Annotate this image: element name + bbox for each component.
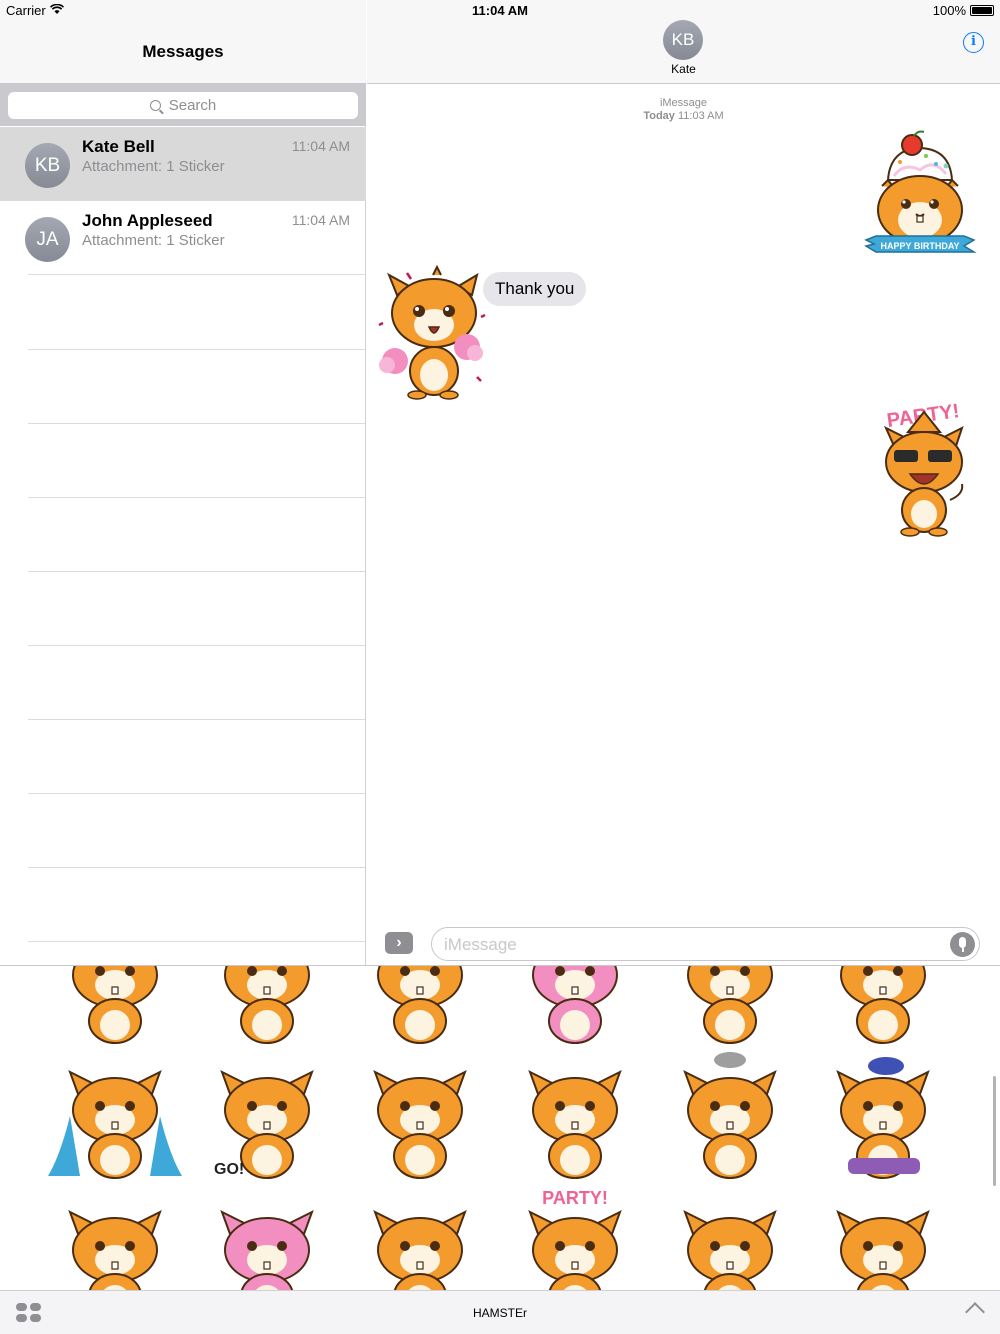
sticker-hula[interactable] [345, 965, 495, 1051]
status-time: 11:04 AM [472, 3, 528, 18]
sticker-crying[interactable] [40, 1046, 190, 1186]
conversation-preview: Attachment: 1 Sticker [82, 158, 225, 175]
sticker-pink-kiss[interactable] [192, 1186, 342, 1290]
sticker-trumpet[interactable] [192, 965, 342, 1051]
search-icon [149, 100, 161, 111]
sticker-donut[interactable] [40, 965, 190, 1051]
divider [28, 719, 365, 720]
search-placeholder: Search [168, 97, 217, 114]
conversation-list-pane: Messages Search KB Kate Bell Attachment:… [0, 0, 366, 965]
sticker-caption: PARTY! [542, 1188, 608, 1208]
sticker-shocked[interactable] [40, 1186, 190, 1290]
sticker-caption: HAPPY BIRTHDAY [880, 241, 959, 251]
conversation-name: Kate Bell [82, 137, 155, 156]
search-input[interactable]: Search [8, 92, 358, 119]
avatar: JA [25, 217, 70, 262]
sticker-gardener[interactable] [655, 965, 805, 1051]
contact-name[interactable]: Kate [367, 62, 1000, 76]
sticker-headband[interactable] [655, 1186, 805, 1290]
timestamp-time: 11:03 AM [677, 110, 724, 122]
service-timestamp: iMessage Today 11:03 AM [367, 97, 1000, 123]
contact-avatar[interactable]: KB [663, 20, 703, 60]
sticker-happy-birthday[interactable]: HAPPY BIRTHDAY [860, 128, 980, 268]
battery-icon [970, 5, 994, 16]
conversation-name: John Appleseed [82, 211, 213, 230]
conversation-time: 11:04 AM [291, 212, 350, 228]
message-input[interactable]: iMessage [431, 927, 980, 961]
conversation-time: 11:04 AM [291, 138, 350, 154]
sticker-smoke[interactable] [808, 965, 958, 1051]
message-composer: › iMessage [367, 920, 1000, 965]
divider [28, 941, 365, 942]
avatar: KB [25, 143, 70, 188]
battery-percent: 100% [932, 3, 966, 18]
service-label: iMessage [659, 97, 708, 109]
sticker-wink-ok[interactable]: OK! [345, 1186, 495, 1290]
app-drawer-button[interactable]: › [385, 932, 413, 954]
message-bubble[interactable]: Thank you [483, 272, 587, 306]
sticker-lying-angry[interactable] [345, 1046, 495, 1186]
divider [28, 571, 365, 572]
sticker-angry[interactable] [808, 1186, 958, 1290]
microphone-icon[interactable] [950, 932, 975, 957]
app-bottom-bar: HAMSTEr [0, 1290, 1000, 1334]
app-name: HAMSTEr [473, 1306, 527, 1320]
status-bar: Carrier 11:04 AM 100% [0, 0, 1000, 22]
sticker-go[interactable]: GO! [192, 1046, 342, 1186]
sticker-pink-hamster[interactable] [500, 965, 650, 1051]
sticker-waving[interactable] [500, 1046, 650, 1186]
sticker-sick-ice-pack[interactable] [808, 1046, 958, 1186]
sticker-cheerleader[interactable] [377, 265, 492, 405]
sticker-caption: GO! [214, 1161, 244, 1178]
chat-pane: KB Kate i iMessage Today 11:03 AM HAPPY … [367, 0, 1000, 965]
divider [28, 645, 365, 646]
divider [28, 423, 365, 424]
message-placeholder: iMessage [444, 935, 517, 954]
divider [28, 274, 366, 275]
info-icon[interactable]: i [963, 32, 984, 53]
sticker-party[interactable]: PARTY! [872, 398, 977, 540]
divider [28, 497, 365, 498]
divider [28, 867, 365, 868]
divider [28, 793, 365, 794]
sticker-party[interactable]: PARTY! [500, 1186, 650, 1290]
timestamp-day: Today [643, 110, 675, 122]
search-bar: Search [0, 84, 366, 126]
sticker-rain-cloud[interactable] [655, 1046, 805, 1186]
conversation-preview: Attachment: 1 Sticker [82, 232, 225, 249]
conversation-item-kate-bell[interactable]: KB Kate Bell Attachment: 1 Sticker 11:04… [0, 127, 366, 201]
conversation-item-john-appleseed[interactable]: JA John Appleseed Attachment: 1 Sticker … [0, 201, 366, 275]
sticker-drawer: GO! OK! PARTY! [0, 965, 1000, 1290]
scrollbar[interactable] [993, 1076, 996, 1186]
page-title: Messages [142, 42, 224, 61]
divider [28, 349, 365, 350]
